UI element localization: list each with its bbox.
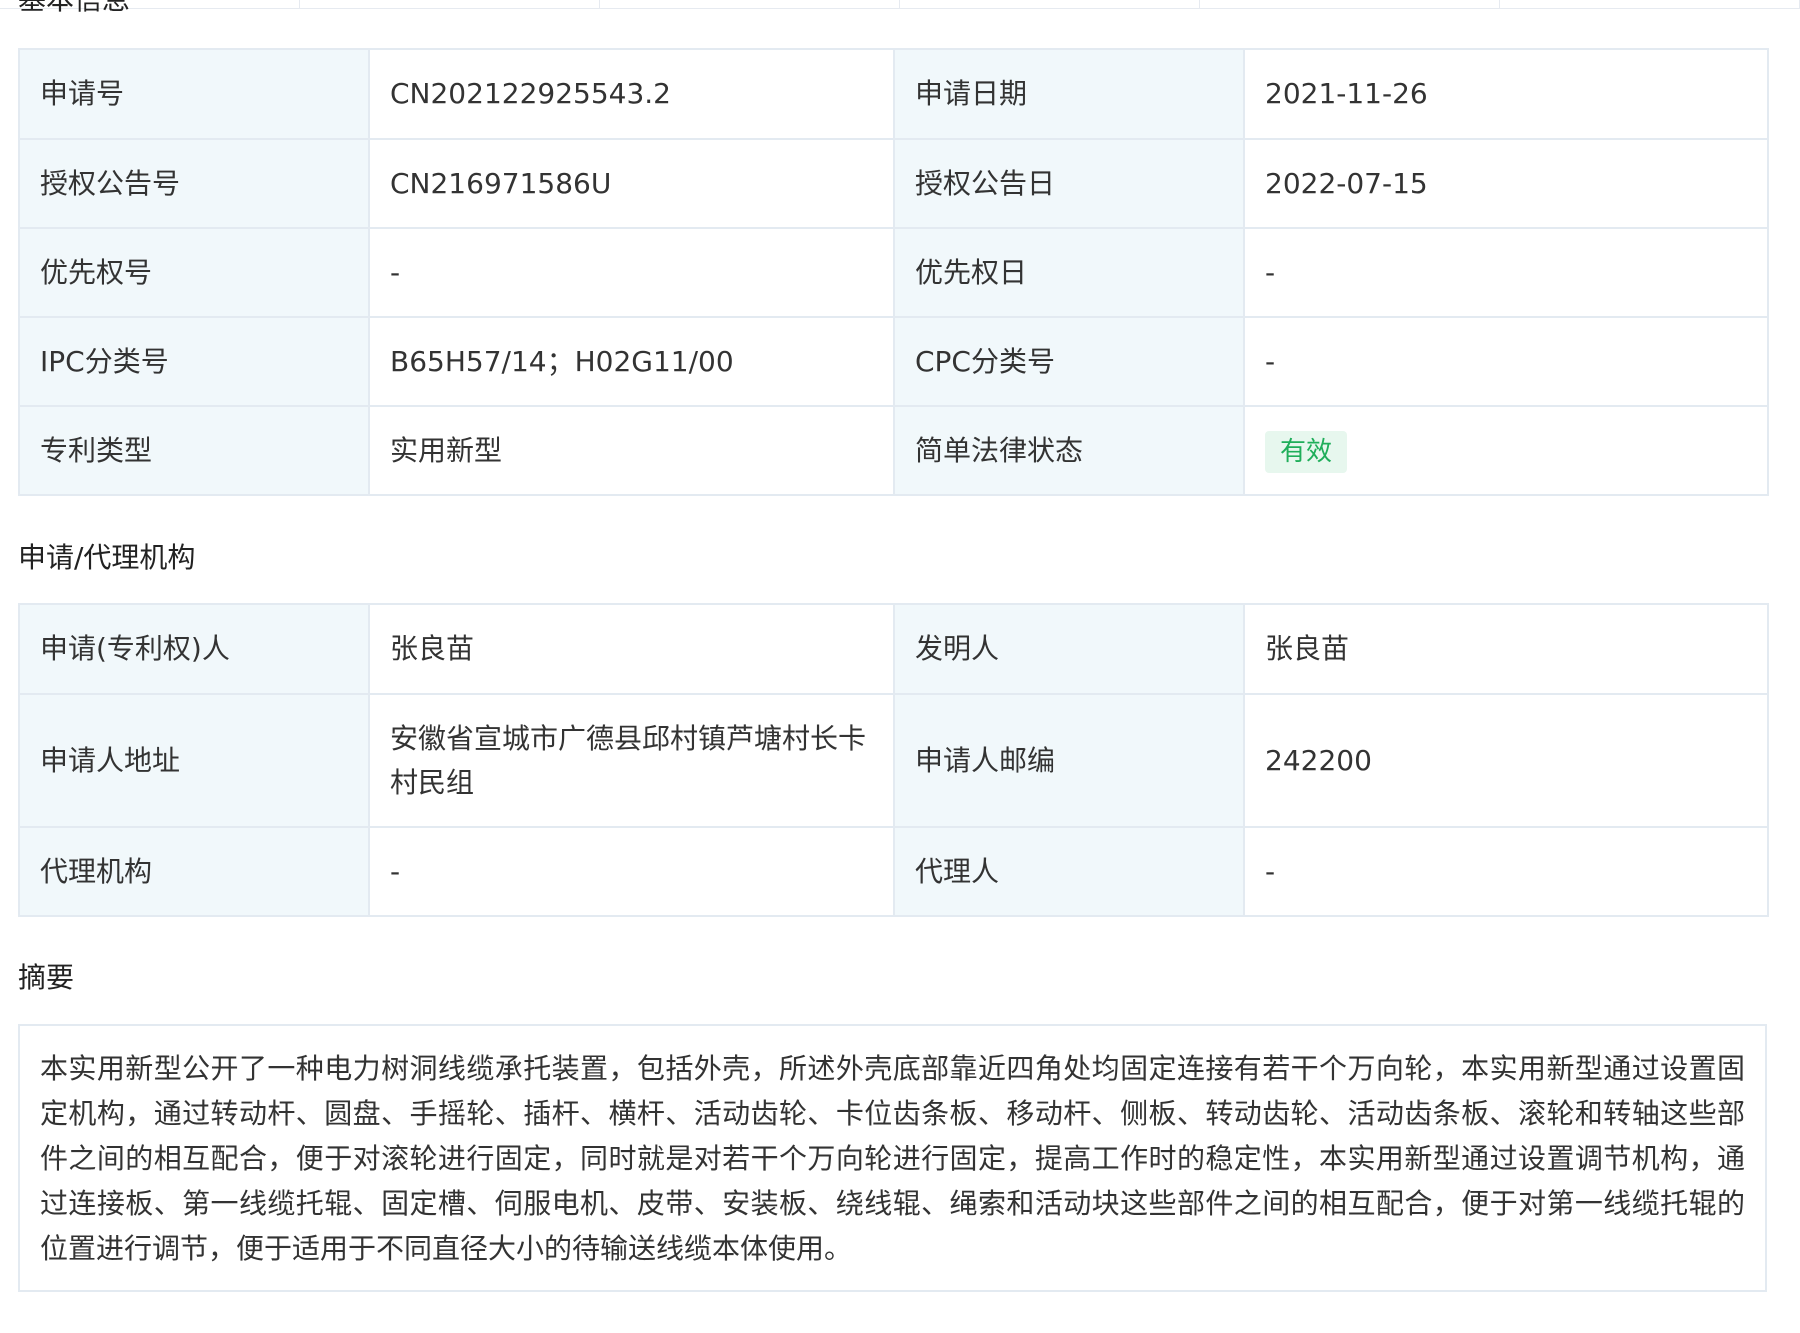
application-date-value: 2021-11-26 xyxy=(1243,48,1769,140)
top-strip-cell xyxy=(1500,0,1800,8)
applicant-agency-table: 申请(专利权)人 张良苗 发明人 张良苗 申请人地址 安徽省宣城市广德县邱村镇芦… xyxy=(18,603,1769,917)
patent-type-value: 实用新型 xyxy=(368,405,895,496)
application-number-label: 申请号 xyxy=(18,48,370,140)
agent-value: - xyxy=(1243,826,1769,917)
applicant-agency-title: 申请/代理机构 xyxy=(18,541,196,574)
applicant-postcode-label: 申请人邮编 xyxy=(893,693,1245,828)
table-row: 代理机构 - 代理人 - xyxy=(18,826,1769,917)
grant-publication-date-label: 授权公告日 xyxy=(893,138,1245,229)
legal-status-label: 简单法律状态 xyxy=(893,405,1245,496)
abstract-title: 摘要 xyxy=(18,961,75,994)
patent-detail-page: 基本信息 申请号 CN202122925543.2 申请日期 2021-11-2… xyxy=(0,0,1800,1333)
legal-status-badge: 有效 xyxy=(1265,430,1348,473)
agent-label: 代理人 xyxy=(893,826,1245,917)
basic-info-table: 申请号 CN202122925543.2 申请日期 2021-11-26 授权公… xyxy=(18,48,1769,496)
top-strip-cell xyxy=(1200,0,1500,8)
grant-publication-number-label: 授权公告号 xyxy=(18,138,370,229)
cpc-classification-label: CPC分类号 xyxy=(893,316,1245,407)
basic-info-title: 基本信息 xyxy=(18,0,130,16)
applicant-address-value: 安徽省宣城市广德县邱村镇芦塘村长卡村民组 xyxy=(368,693,895,828)
table-row: 申请(专利权)人 张良苗 发明人 张良苗 xyxy=(18,603,1769,695)
table-row: 申请号 CN202122925543.2 申请日期 2021-11-26 xyxy=(18,48,1769,140)
agency-label: 代理机构 xyxy=(18,826,370,917)
application-date-label: 申请日期 xyxy=(893,48,1245,140)
priority-number-value: - xyxy=(368,227,895,318)
inventor-label: 发明人 xyxy=(893,603,1245,695)
applicant-value: 张良苗 xyxy=(368,603,895,695)
table-row: 优先权号 - 优先权日 - xyxy=(18,227,1769,318)
top-strip-cell xyxy=(300,0,600,8)
agency-value: - xyxy=(368,826,895,917)
applicant-postcode-value: 242200 xyxy=(1243,693,1769,828)
cpc-classification-value: - xyxy=(1243,316,1769,407)
top-strip-cell xyxy=(900,0,1200,8)
grant-publication-number-value: CN216971586U xyxy=(368,138,895,229)
applicant-address-label: 申请人地址 xyxy=(18,693,370,828)
ipc-classification-value: B65H57/14；H02G11/00 xyxy=(368,316,895,407)
table-row: 授权公告号 CN216971586U 授权公告日 2022-07-15 xyxy=(18,138,1769,229)
priority-date-label: 优先权日 xyxy=(893,227,1245,318)
table-row: 申请人地址 安徽省宣城市广德县邱村镇芦塘村长卡村民组 申请人邮编 242200 xyxy=(18,693,1769,828)
patent-type-label: 专利类型 xyxy=(18,405,370,496)
grant-publication-date-value: 2022-07-15 xyxy=(1243,138,1769,229)
abstract-text: 本实用新型公开了一种电力树洞线缆承托装置，包括外壳，所述外壳底部靠近四角处均固定… xyxy=(18,1024,1767,1292)
priority-date-value: - xyxy=(1243,227,1769,318)
legal-status-cell: 有效 xyxy=(1243,405,1769,496)
application-number-value: CN202122925543.2 xyxy=(368,48,895,140)
table-row: 专利类型 实用新型 简单法律状态 有效 xyxy=(18,405,1769,496)
table-row: IPC分类号 B65H57/14；H02G11/00 CPC分类号 - xyxy=(18,316,1769,407)
ipc-classification-label: IPC分类号 xyxy=(18,316,370,407)
applicant-label: 申请(专利权)人 xyxy=(18,603,370,695)
inventor-value: 张良苗 xyxy=(1243,603,1769,695)
top-strip-cell xyxy=(600,0,900,8)
top-tab-strip xyxy=(0,0,1800,9)
priority-number-label: 优先权号 xyxy=(18,227,370,318)
